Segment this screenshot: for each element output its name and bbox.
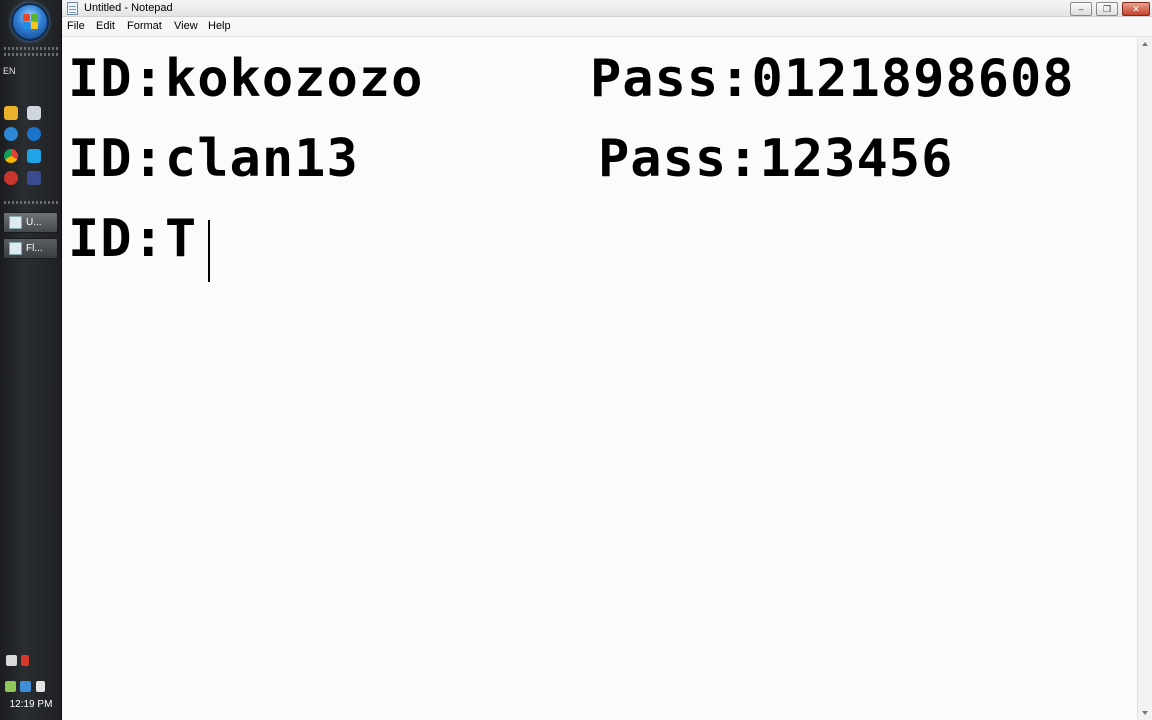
network-icon[interactable] [5, 681, 16, 692]
menu-format[interactable]: Format [127, 20, 162, 32]
minimize-button[interactable]: – [1070, 2, 1092, 16]
maximize-button[interactable]: ❐ [1096, 2, 1118, 16]
internet-explorer-icon[interactable] [4, 127, 18, 141]
media-player-icon[interactable] [4, 106, 18, 120]
task-button-notepad[interactable]: U... [3, 212, 58, 233]
minimize-icon: – [1078, 4, 1084, 14]
app-icon[interactable] [27, 171, 41, 185]
close-button[interactable]: ✕ [1122, 2, 1150, 16]
opera-icon[interactable] [4, 171, 18, 185]
text-line-2-pass: Pass:123456 [598, 129, 954, 189]
text-line-1-id: ID:kokozozo [68, 49, 424, 109]
window-title: Untitled - Notepad [84, 2, 173, 14]
calculator-icon[interactable] [27, 106, 41, 120]
taskbar-grip[interactable] [4, 53, 58, 56]
text-line-1-pass: Pass:0121898608 [590, 49, 1075, 109]
taskbar-grip[interactable] [4, 201, 58, 204]
ccleaner-icon[interactable] [27, 127, 41, 141]
task-button-label: Fl... [26, 243, 43, 254]
tray-app-icon[interactable] [20, 681, 31, 692]
text-editor[interactable]: ID:kokozozo Pass:0121898608 ID:clan13 Pa… [62, 37, 1137, 720]
notepad-window: Untitled - Notepad – ❐ ✕ File Edit Forma… [62, 0, 1152, 720]
taskbar: EN U... Fl... 12:19 PM [0, 0, 62, 720]
restore-icon: ❐ [1102, 4, 1112, 14]
notepad-icon[interactable] [67, 2, 78, 15]
start-button[interactable] [11, 3, 49, 41]
task-button-flash[interactable]: Fl... [3, 238, 58, 259]
windows-logo-icon [23, 14, 39, 30]
chrome-icon[interactable] [4, 149, 18, 163]
volume-icon[interactable] [36, 681, 45, 692]
menu-file[interactable]: File [67, 20, 85, 32]
title-bar[interactable]: Untitled - Notepad – ❐ ✕ [62, 0, 1152, 17]
scroll-down-icon[interactable] [1142, 711, 1148, 715]
vertical-scrollbar[interactable] [1137, 37, 1152, 720]
notepad-icon [9, 216, 22, 229]
tray-arrow-icon[interactable] [21, 655, 29, 666]
taskbar-grip[interactable] [4, 47, 58, 50]
task-button-label: U... [26, 217, 42, 228]
language-indicator[interactable]: EN [3, 66, 16, 76]
skype-icon[interactable] [27, 149, 41, 163]
text-line-2-id: ID:clan13 [68, 129, 359, 189]
menu-help[interactable]: Help [208, 20, 231, 32]
scroll-up-icon[interactable] [1142, 42, 1148, 46]
text-line-3-id: ID:T [68, 209, 198, 269]
show-desktop-icon[interactable] [6, 655, 17, 666]
close-icon: ✕ [1132, 4, 1140, 14]
clock[interactable]: 12:19 PM [0, 699, 62, 710]
text-caret [208, 220, 210, 282]
menu-edit[interactable]: Edit [96, 20, 115, 32]
menu-view[interactable]: View [174, 20, 198, 32]
menu-bar: File Edit Format View Help [62, 17, 1152, 37]
flash-icon [9, 242, 22, 255]
